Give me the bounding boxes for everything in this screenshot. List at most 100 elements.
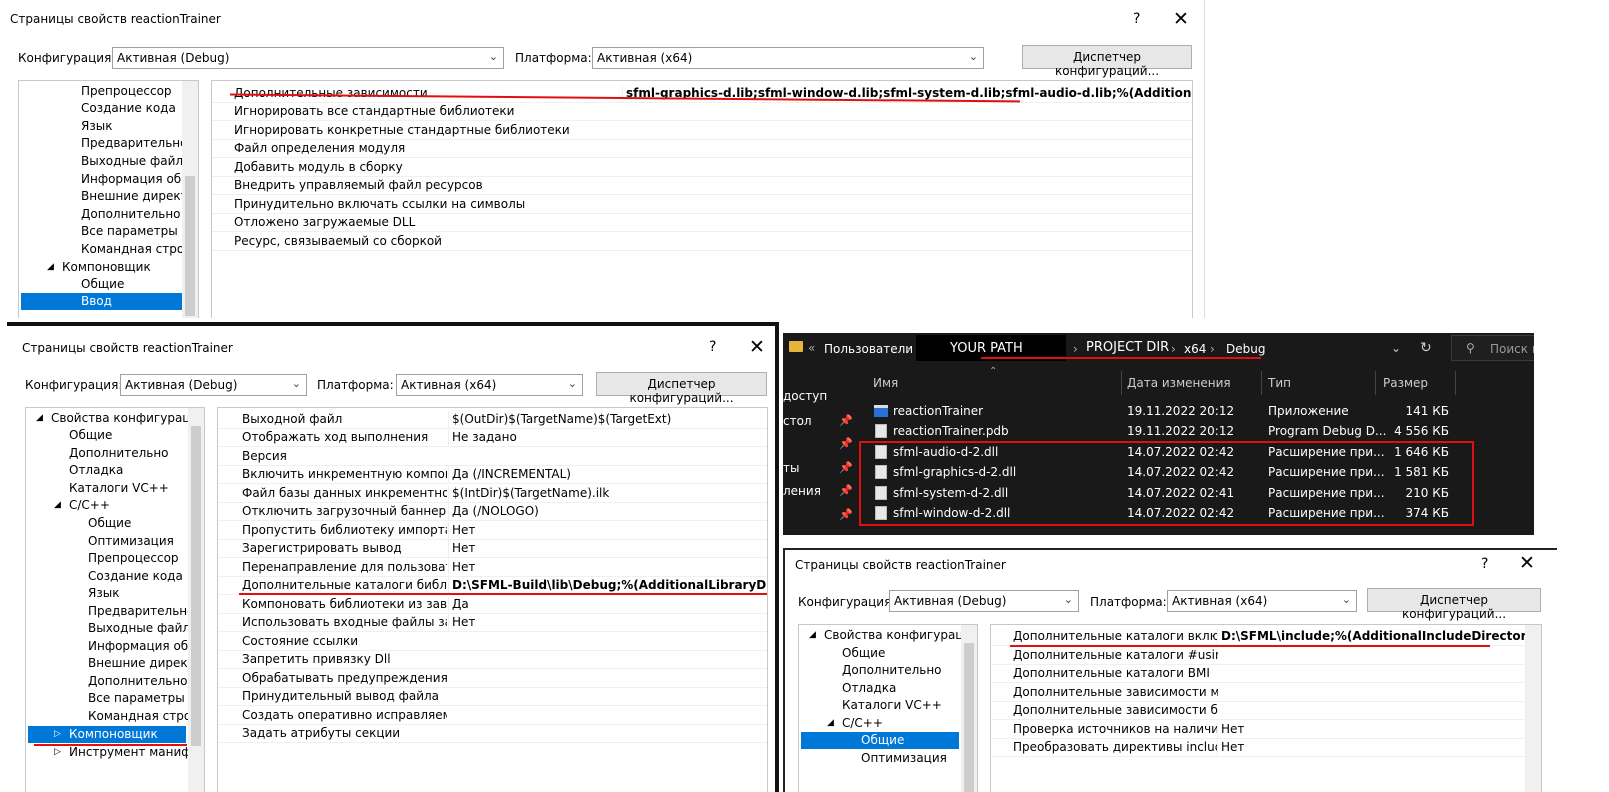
property-value[interactable]: Нет — [448, 559, 475, 576]
property-row[interactable]: Создать оперативно исправляемый образ — [218, 707, 767, 725]
pin-icon[interactable]: 📌 — [839, 484, 853, 497]
breadcrumb-item[interactable]: x64 — [1184, 342, 1206, 356]
tree-item[interactable]: Отладка — [842, 680, 896, 697]
column-divider[interactable] — [1455, 371, 1456, 395]
tree-item[interactable]: C/C++ — [69, 497, 110, 514]
property-row[interactable]: Ресурс, связываемый со сборкой — [212, 233, 1192, 251]
property-row[interactable]: Использовать входные файлы зависимостейН… — [218, 614, 767, 632]
property-row[interactable]: Включить инкрементную компоновкуДа (/INC… — [218, 466, 767, 484]
tree-item[interactable]: C/C++ — [842, 715, 883, 732]
column-divider[interactable] — [1261, 371, 1262, 395]
property-row[interactable]: Состояние ссылки — [218, 633, 767, 651]
expand-arrow-icon[interactable]: ▷ — [54, 744, 61, 761]
property-value[interactable]: Да — [448, 596, 469, 613]
pin-icon[interactable]: 📌 — [839, 461, 853, 474]
property-row[interactable]: Внедрить управляемый файл ресурсов — [212, 177, 1192, 195]
tree-item[interactable]: Выходные файлы — [81, 153, 193, 170]
expand-arrow-icon[interactable]: ◢ — [36, 410, 43, 427]
configuration-select[interactable]: Активная (Debug) ⌄ — [120, 374, 307, 396]
property-value[interactable]: Не задано — [448, 429, 517, 446]
breadcrumb-item-current[interactable]: Debug — [1226, 342, 1265, 356]
property-row[interactable]: Дополнительные каталоги #using — [991, 647, 1541, 665]
configuration-manager-button[interactable]: Диспетчер конфигураций... — [1022, 45, 1192, 78]
column-header-name[interactable]: Имя — [873, 376, 898, 390]
property-value[interactable]: Нет — [448, 614, 475, 631]
column-header-date[interactable]: Дата изменения — [1127, 376, 1231, 390]
tree-item[interactable]: Препроцессор — [88, 550, 179, 567]
property-row[interactable]: Преобразовать директивы include в директ… — [991, 739, 1541, 757]
tree-item-input-selected[interactable]: Ввод — [21, 293, 182, 310]
nav-pane-item[interactable]: ления — [783, 484, 821, 498]
property-value[interactable]: $(OutDir)$(TargetName)$(TargetExt) — [448, 411, 671, 428]
tree-item-linker-selected[interactable]: Компоновщик — [28, 726, 186, 743]
tree-item[interactable]: Свойства конфигурации — [824, 627, 977, 644]
tree-item[interactable]: Язык — [88, 585, 119, 602]
expand-arrow-icon[interactable]: ◢ — [827, 715, 834, 732]
property-row[interactable]: Добавить модуль в сборку — [212, 159, 1192, 177]
property-value[interactable]: Нет — [448, 522, 475, 539]
configuration-select[interactable]: Активная (Debug) ⌄ — [112, 47, 504, 69]
property-row[interactable]: Компоновать библиотеки из зависимостейДа — [218, 596, 767, 614]
column-header-type[interactable]: Тип — [1268, 376, 1291, 390]
property-row[interactable]: Принудительно включать ссылки на символы — [212, 196, 1192, 214]
configuration-manager-button[interactable]: Диспетчер конфигураций... — [1367, 588, 1541, 621]
breadcrumb-overflow[interactable]: « — [808, 341, 815, 355]
property-value[interactable]: Да (/INCREMENTAL) — [448, 466, 571, 483]
pin-icon[interactable]: 📌 — [839, 508, 853, 521]
tree-item[interactable]: Все параметры — [81, 223, 178, 240]
tree-item[interactable]: Отладка — [69, 462, 123, 479]
tree-item[interactable]: Создание кода — [88, 568, 183, 585]
tree-scrollbar[interactable] — [961, 625, 977, 792]
close-icon[interactable]: ✕ — [1519, 554, 1535, 573]
search-box[interactable]: ⚲ Поиск в — [1451, 335, 1534, 361]
property-row[interactable]: Выходной файл $(OutDir)$(TargetName)$(Tar… — [218, 411, 767, 429]
property-value[interactable]: D:\SFML-Build\lib\Debug;%(AdditionalLibr… — [448, 577, 767, 594]
tree-scrollbar[interactable] — [182, 81, 198, 318]
property-row[interactable]: Задать атрибуты секции — [218, 725, 767, 743]
scrollbar-thumb[interactable] — [964, 643, 974, 792]
tree-item[interactable]: Препроцессор — [81, 83, 172, 100]
configuration-manager-button[interactable]: Диспетчер конфигураций... — [596, 372, 767, 405]
file-row[interactable]: reactionTrainer 19.11.2022 20:12 Приложе… — [871, 403, 1471, 423]
tree-item[interactable]: Каталоги VC++ — [69, 480, 169, 497]
property-value[interactable]: D:\SFML\include;%(AdditionalIncludeDirec… — [1217, 628, 1541, 645]
property-row[interactable]: Файл базы данных инкрементной компоновки… — [218, 485, 767, 503]
tree-item[interactable]: Все параметры — [88, 690, 185, 707]
configuration-select[interactable]: Активная (Debug) ⌄ — [889, 590, 1079, 612]
nav-pane-item[interactable]: ты — [783, 461, 799, 475]
file-row[interactable]: reactionTrainer.pdb 19.11.2022 20:12 Pro… — [871, 423, 1471, 443]
property-row[interactable]: Игнорировать все стандартные библиотеки — [212, 103, 1192, 121]
property-row[interactable]: Отображать ход выполнения Не задано — [218, 429, 767, 447]
property-row[interactable]: Отложено загружаемые DLL — [212, 214, 1192, 232]
tree-item[interactable]: Инструмент манифест — [69, 744, 204, 761]
property-row[interactable]: Проверка источников на наличие зависимос… — [991, 721, 1541, 739]
property-row[interactable]: Отключить загрузочный баннер Да (/NOLOGO) — [218, 503, 767, 521]
property-row[interactable]: Зарегистрировать вывод Нет — [218, 540, 767, 558]
tree-item[interactable]: Дополнительно — [81, 206, 181, 223]
tree-item[interactable]: Общие — [842, 645, 885, 662]
tree-item[interactable]: Выходные файлы — [88, 620, 200, 637]
property-row[interactable]: Дополнительные зависимости блоков — [991, 702, 1541, 720]
property-row[interactable]: Дополнительные каталоги включаемых файло… — [991, 628, 1541, 646]
property-row[interactable]: Обрабатывать предупреждения компоновщика — [218, 670, 767, 688]
tree-item[interactable]: Общие — [69, 427, 112, 444]
tree-item[interactable]: Дополнительно — [88, 673, 188, 690]
property-row[interactable]: Игнорировать конкретные стандартные библ… — [212, 122, 1192, 140]
tree-item-linker[interactable]: Компоновщик — [62, 259, 151, 276]
tree-scrollbar[interactable] — [188, 408, 204, 792]
tree-item[interactable]: Общие — [88, 515, 131, 532]
column-divider[interactable] — [1375, 371, 1376, 395]
property-row[interactable]: Дополнительные зависимости модулей — [991, 684, 1541, 702]
help-button[interactable]: ? — [1133, 11, 1140, 27]
property-row[interactable]: Файл определения модуля — [212, 140, 1192, 158]
tree-item[interactable]: Создание кода — [81, 100, 176, 117]
help-button[interactable]: ? — [1481, 556, 1488, 572]
scrollbar-thumb[interactable] — [185, 176, 195, 316]
nav-pane-item[interactable]: доступ — [783, 389, 827, 403]
expand-arrow-icon[interactable]: ▷ — [54, 726, 61, 743]
expand-arrow-icon[interactable]: ◢ — [47, 259, 54, 276]
property-row[interactable]: Перенаправление для пользователейНет — [218, 559, 767, 577]
property-row[interactable]: Дополнительные каталоги BMI — [991, 665, 1541, 683]
property-value[interactable]: $(IntDir)$(TargetName).ilk — [448, 485, 609, 502]
breadcrumb-item[interactable]: PROJECT DIR — [1086, 340, 1169, 355]
